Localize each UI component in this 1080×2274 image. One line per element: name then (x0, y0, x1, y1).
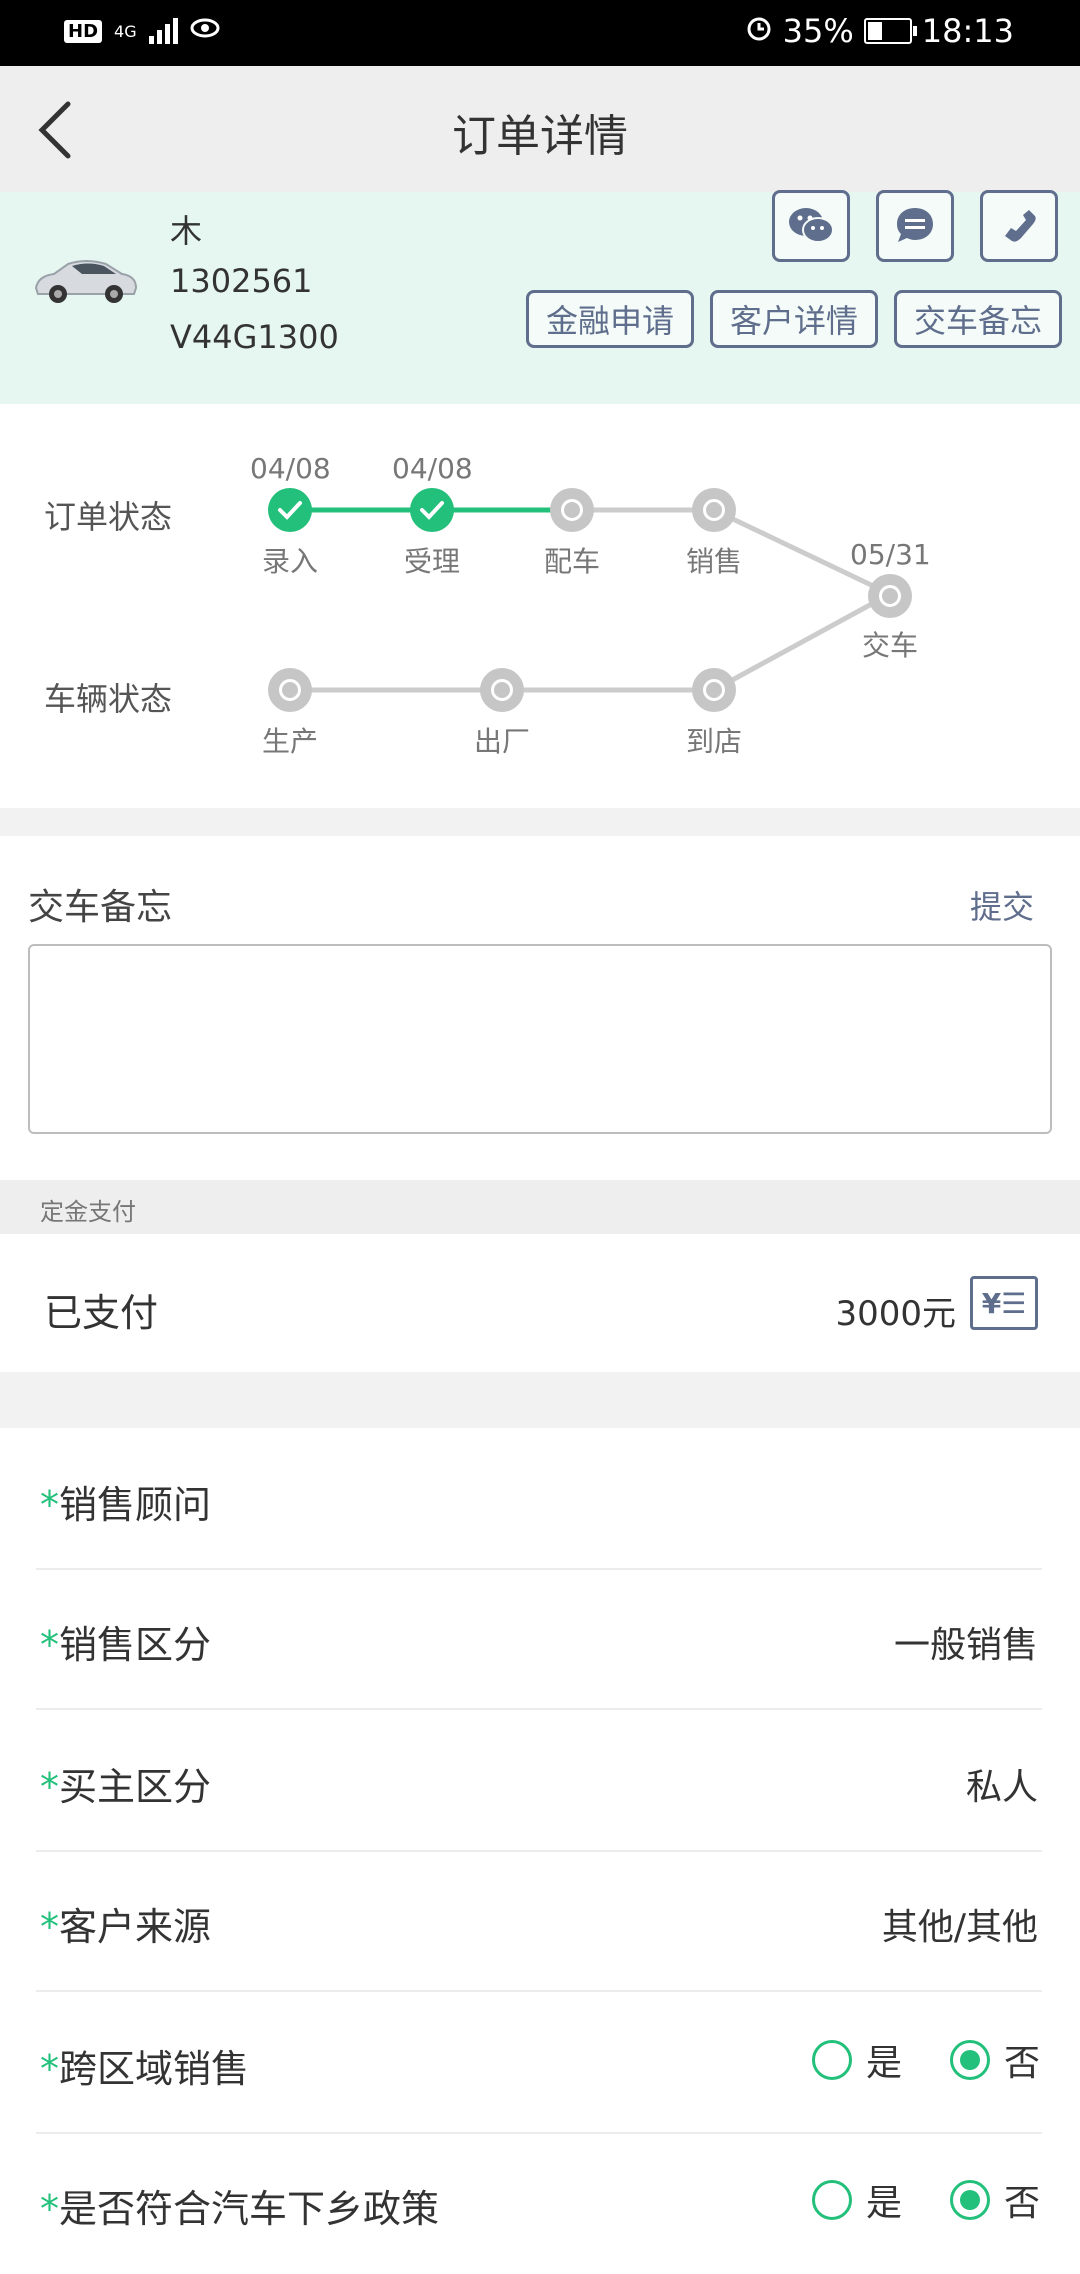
step-date: 04/08 (250, 452, 331, 485)
delivery-memo-button[interactable]: 交车备忘 (894, 290, 1062, 348)
network-type: 4G (114, 21, 137, 41)
status-right: 35% 18:13 (745, 12, 1014, 50)
radio-no[interactable] (949, 2040, 990, 2080)
alarm-icon (745, 12, 773, 50)
radio-field-row: *是否符合汽车下乡政策 是 否 (0, 2134, 1080, 2274)
step-label: 录入 (262, 545, 319, 578)
memo-title: 交车备忘 (28, 887, 173, 928)
customer-name: 木 (170, 212, 203, 250)
phone-button[interactable] (980, 190, 1058, 262)
submit-button[interactable]: 提交 (970, 882, 1034, 928)
radio-yes-label: 是 (865, 2043, 902, 2084)
field-row[interactable]: *销售顾问 (0, 1430, 1080, 1570)
row-divider (36, 1708, 1042, 1710)
radio-field-row: *跨区域销售 是 否 (0, 1994, 1080, 2134)
step-node-done (268, 488, 312, 532)
vehicle-vin: V44G1300 (170, 318, 339, 356)
clock-icon (868, 574, 912, 618)
paid-amount: 3000元 (835, 1294, 956, 1334)
vehicle-status-label: 车辆状态 (44, 680, 173, 718)
field-label: *客户来源 (40, 1905, 212, 1949)
phone-icon (1005, 210, 1036, 242)
signal-icon (148, 18, 178, 44)
deposit-section-header: 定金支付 (0, 1180, 1080, 1234)
clock-icon (480, 668, 524, 712)
check-icon (278, 501, 302, 520)
clock-icon (692, 488, 736, 532)
section-divider (0, 808, 1080, 836)
step-label: 到店 (686, 725, 743, 758)
field-row[interactable]: *客户来源 其他/其他 (0, 1852, 1080, 1992)
field-value: 私人 (965, 1767, 1038, 1808)
field-label: *是否符合汽车下乡政策 (40, 2187, 440, 2231)
wechat-icon (789, 208, 834, 243)
delivery-date: 05/31 (850, 538, 931, 571)
field-value: 其他/其他 (881, 1907, 1038, 1948)
field-label: *销售区分 (40, 1623, 212, 1667)
status-left: HD 4G (64, 16, 220, 46)
chat-bubble-icon (897, 208, 933, 242)
clock-icon (692, 668, 736, 712)
field-label: *跨区域销售 (40, 2047, 250, 2091)
order-status-label: 订单状态 (44, 498, 173, 536)
field-row[interactable]: *买主区分 私人 (0, 1712, 1080, 1852)
step-label: 配车 (544, 545, 601, 578)
battery-icon (863, 18, 917, 44)
wechat-button[interactable] (772, 190, 850, 262)
radio-yes[interactable] (811, 2180, 852, 2220)
memo-textarea[interactable] (28, 944, 1052, 1134)
step-label: 销售 (686, 545, 743, 578)
payment-icon[interactable]: ¥☰ (970, 1276, 1038, 1330)
delivery-label: 交车 (862, 629, 919, 662)
status-track-lines (290, 507, 892, 693)
radio-yes-label: 是 (865, 2183, 902, 2224)
customer-phone: 1302561 (170, 262, 313, 300)
check-icon (420, 501, 444, 520)
field-label: *销售顾问 (40, 1483, 212, 1527)
section-divider (0, 1372, 1080, 1428)
radio-yes[interactable] (811, 2040, 852, 2080)
hd-badge: HD (64, 19, 103, 43)
step-label: 受理 (404, 545, 461, 578)
car-image (30, 250, 140, 306)
field-row[interactable]: *销售区分 一般销售 (0, 1570, 1080, 1710)
radio-group: 是 否 (811, 2174, 1040, 2226)
clock-icon (268, 668, 312, 712)
radio-no[interactable] (949, 2180, 990, 2220)
step-node-done (410, 488, 454, 532)
row-divider (36, 1990, 1042, 1992)
paid-label: 已支付 (44, 1291, 159, 1335)
field-value: 一般销售 (893, 1625, 1038, 1666)
status-bar: HD 4G 35% 18:13 (0, 0, 1080, 66)
customer-detail-button[interactable]: 客户详情 (710, 290, 878, 348)
radio-no-label: 否 (1003, 2183, 1040, 2224)
clock: 18:13 (921, 12, 1014, 50)
step-label: 出厂 (474, 725, 531, 758)
eye-icon (190, 16, 220, 46)
battery-percent: 35% (782, 12, 854, 50)
clock-icon (550, 488, 594, 532)
field-label: *买主区分 (40, 1765, 212, 1809)
deposit-header-label: 定金支付 (40, 1198, 136, 1226)
step-date: 04/08 (392, 452, 473, 485)
step-label: 生产 (262, 725, 319, 758)
radio-no-label: 否 (1003, 2043, 1040, 2084)
message-button[interactable] (876, 190, 954, 262)
radio-group: 是 否 (811, 2034, 1040, 2086)
page-title: 订单详情 (452, 111, 628, 162)
finance-apply-button[interactable]: 金融申请 (526, 290, 694, 348)
